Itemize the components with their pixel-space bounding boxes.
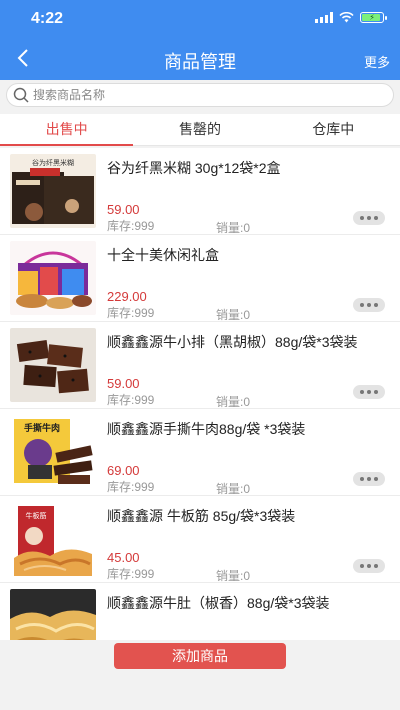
header: 4:22 ⚡ 商品管理 更多 [0,0,400,80]
tab-sold-out[interactable]: 售罄的 [133,114,266,145]
product-item[interactable]: 十全十美休闲礼盒 229.00 库存:999 销量:0 [0,235,400,322]
item-more-button[interactable] [353,472,385,486]
search-input[interactable] [33,88,393,102]
product-sales: 销量:0 [216,308,251,322]
product-price: 45.00 [107,550,140,565]
product-sales: 销量:0 [216,221,251,235]
product-item[interactable]: 谷为纤黑米糊 谷为纤黑米糊 30g*12袋*2盒 59.00 库存:999 销量… [0,148,400,235]
product-price: 229.00 [107,289,147,304]
product-price: 59.00 [107,376,140,391]
product-image [10,328,96,402]
product-stock: 库存:999 [107,306,155,320]
product-name: 顺鑫鑫源牛肚（椒香）88g/袋*3袋装 [107,595,330,611]
product-item[interactable]: 手撕牛肉 顺鑫鑫源手撕牛肉88g/袋 *3袋装 69.00 库存:999 销量:… [0,409,400,496]
product-sales: 销量:0 [216,569,251,583]
product-sales: 销量:0 [216,395,251,409]
product-image: 牛板筋 [10,502,96,576]
signal-icon [315,12,333,23]
thumb-brand-text: 谷为纤黑米糊 [32,158,74,167]
product-image: 谷为纤黑米糊 [10,154,96,228]
product-name: 谷为纤黑米糊 30g*12袋*2盒 [107,160,281,176]
status-icons: ⚡ [315,12,387,23]
product-name: 顺鑫鑫源牛小排（黑胡椒）88g/袋*3袋装 [107,334,358,350]
product-stock: 库存:999 [107,480,155,494]
product-stock: 库存:999 [107,567,155,581]
item-more-button[interactable] [353,298,385,312]
tab-on-sale[interactable]: 出售中 [0,114,134,146]
item-more-button[interactable] [353,559,385,573]
product-name: 顺鑫鑫源手撕牛肉88g/袋 *3袋装 [107,421,306,437]
search-box [6,83,394,107]
item-more-button[interactable] [353,211,385,225]
item-more-button[interactable] [353,385,385,399]
product-item[interactable]: 牛板筋 顺鑫鑫源 牛板筋 85g/袋*3袋装 45.00 库存:999 销量:0 [0,496,400,583]
status-time: 4:22 [31,10,64,27]
product-price: 69.00 [107,463,140,478]
product-name: 十全十美休闲礼盒 [107,247,219,263]
thumb-brand-text: 手撕牛肉 [24,422,60,434]
search-icon [13,87,29,103]
nav-bar: 商品管理 更多 [0,38,400,80]
product-name: 顺鑫鑫源 牛板筋 85g/袋*3袋装 [107,508,296,524]
product-image: 手撕牛肉 [10,415,96,489]
product-stock: 库存:999 [107,393,155,407]
status-bar: 4:22 ⚡ [0,0,400,38]
add-product-button[interactable]: 添加商品 [114,643,286,669]
more-button[interactable]: 更多 [364,52,390,71]
battery-icon: ⚡ [360,12,387,23]
product-image [10,241,96,315]
page-title: 商品管理 [164,52,236,72]
wifi-icon [339,12,354,23]
product-sales: 销量:0 [216,482,251,496]
tab-bar: 出售中 售罄的 仓库中 [0,114,400,146]
search-bar [0,80,400,110]
product-image [10,589,96,640]
product-stock: 库存:999 [107,219,155,233]
product-list: 谷为纤黑米糊 谷为纤黑米糊 30g*12袋*2盒 59.00 库存:999 销量… [0,148,400,640]
bottom-bar: 添加商品 [0,640,400,710]
product-item[interactable]: 顺鑫鑫源牛肚（椒香）88g/袋*3袋装 [0,583,400,640]
thumb-brand-text: 牛板筋 [26,511,47,520]
product-item[interactable]: 顺鑫鑫源牛小排（黑胡椒）88g/袋*3袋装 59.00 库存:999 销量:0 [0,322,400,409]
tab-warehouse[interactable]: 仓库中 [267,114,400,145]
product-price: 59.00 [107,202,140,217]
